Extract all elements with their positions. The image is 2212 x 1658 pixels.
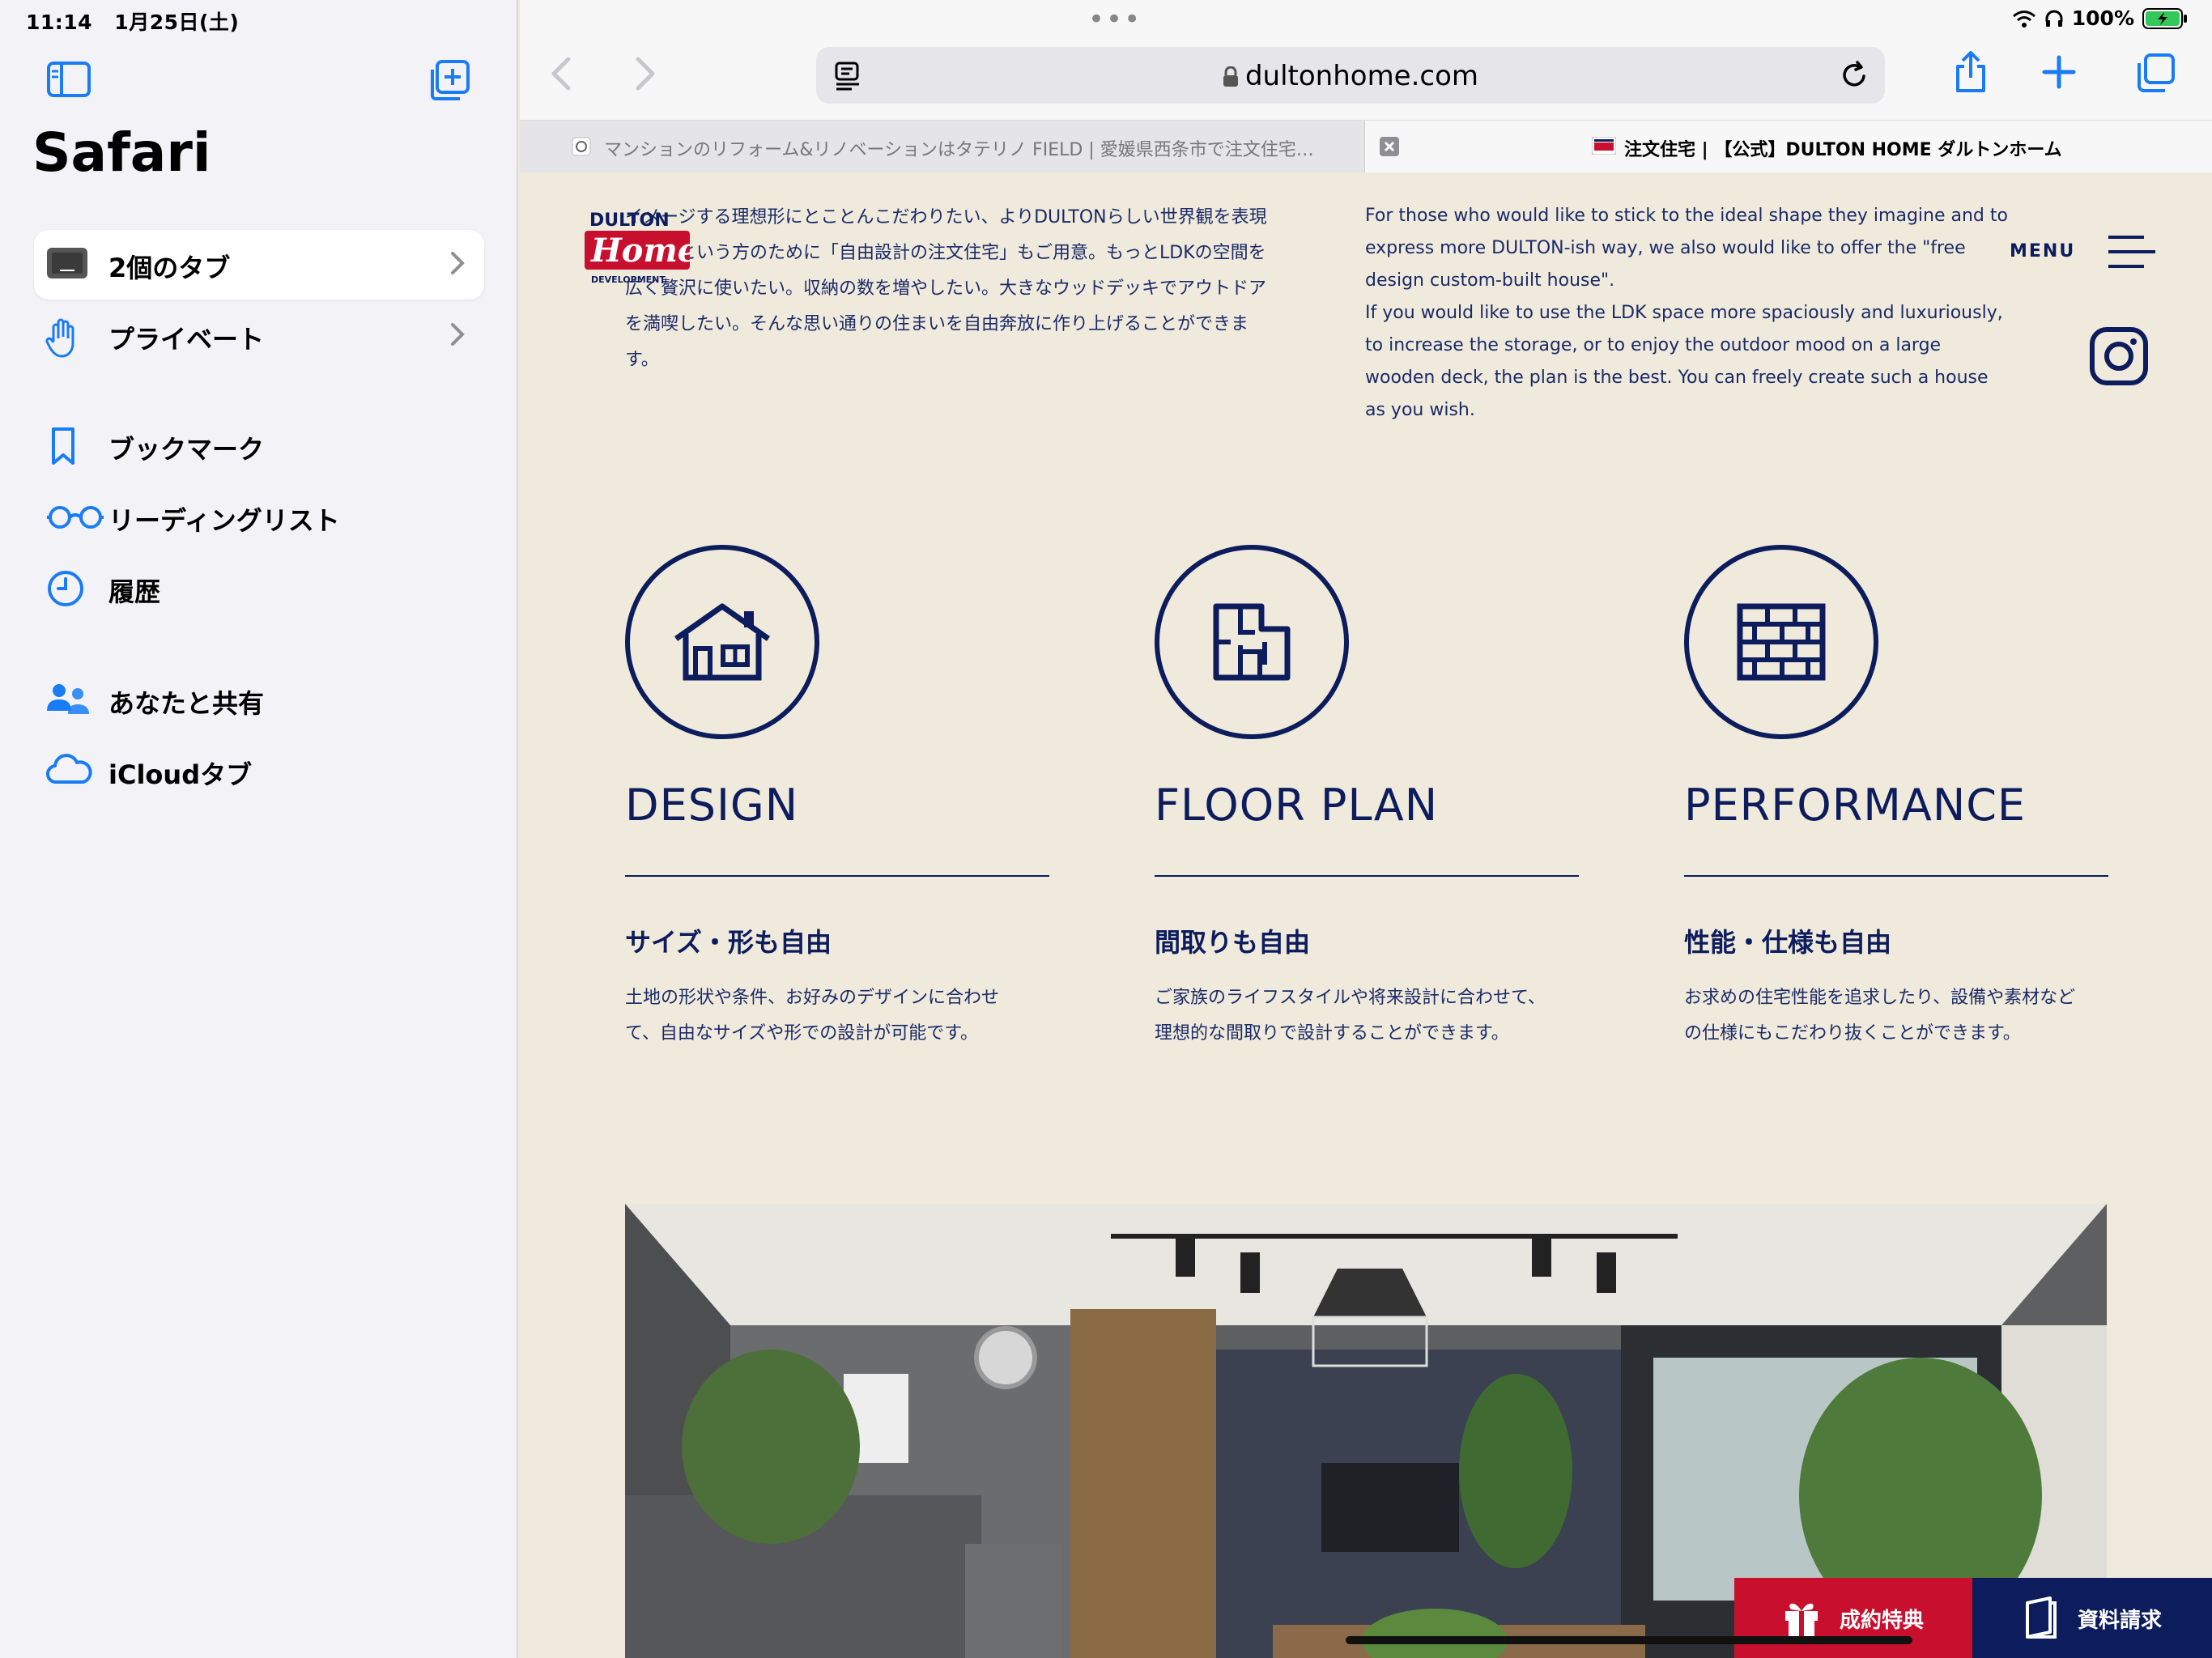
svg-text:DEVELOPMENT: DEVELOPMENT xyxy=(591,274,666,285)
clock-icon xyxy=(45,568,89,607)
status-indicators: 100% xyxy=(2012,6,2188,30)
brick-wall-icon xyxy=(1737,603,1826,681)
lock-icon xyxy=(1223,66,1238,87)
brochure-icon xyxy=(2025,1596,2057,1639)
sidebar-item-reading-list[interactable]: リーディングリスト xyxy=(34,484,484,549)
chevron-right-icon xyxy=(450,322,465,350)
status-time-date: 11:14 1月25日(土) xyxy=(26,6,239,36)
feature-icon-circle xyxy=(1684,545,1878,739)
feature-design: DESIGN サイズ・形も自由 土地の形状や条件、お好みのデザインに合わせて、自… xyxy=(625,545,1049,1052)
contract-benefit-button[interactable]: 成約特典 xyxy=(1734,1578,1972,1658)
status-date: 1月25日(土) xyxy=(114,11,240,34)
share-icon[interactable] xyxy=(1953,50,1989,97)
cloud-icon xyxy=(45,751,92,790)
sidebar-item-tabs[interactable]: 2個のタブ xyxy=(34,230,484,300)
sidebar-item-label: あなたと共有 xyxy=(108,688,265,719)
feature-title: PERFORMANCE xyxy=(1684,780,2027,831)
url-text: dultonhome.com xyxy=(1244,60,1479,92)
tab-title: 注文住宅 | 【公式】DULTON HOME ダルトンホーム xyxy=(1624,140,2062,160)
intro-english: For those who would like to stick to the… xyxy=(1365,200,2013,427)
dulton-favicon-icon xyxy=(1592,137,1616,155)
hamburger-menu-icon[interactable] xyxy=(2107,234,2157,273)
feature-icon-circle xyxy=(1155,545,1349,739)
glasses-icon xyxy=(45,497,104,536)
sidebar-item-label: ブックマーク xyxy=(108,434,265,465)
url-display[interactable]: dultonhome.com xyxy=(816,60,1885,92)
site-favicon-icon xyxy=(572,137,591,156)
safari-sidebar: 11:14 1月25日(土) Safari 2個のタブ プライベート ブックマー… xyxy=(0,0,518,1658)
svg-text:DULTON: DULTON xyxy=(589,210,670,231)
feature-divider xyxy=(1684,875,2108,877)
svg-text:Home: Home xyxy=(590,232,690,270)
tab-overview-icon[interactable] xyxy=(2136,53,2175,96)
battery-charging-icon xyxy=(2142,7,2187,29)
tab-close-icon[interactable] xyxy=(1380,137,1399,156)
gift-icon xyxy=(1784,1603,1818,1637)
feature-icon-circle xyxy=(625,545,819,739)
tab-inactive[interactable]: マンションのリフォーム&リノベーションはタテリノ FIELD | 愛媛県西条市で… xyxy=(520,121,1365,172)
feature-description: ご家族のライフスタイルや将来設計に合わせて、理想的な間取りで設計することができま… xyxy=(1155,988,1546,1044)
contract-benefit-label: 成約特典 xyxy=(1839,1608,1924,1633)
intro-english-p1: For those who would like to stick to the… xyxy=(1365,206,2008,291)
feature-subtitle: 性能・仕様も自由 xyxy=(1684,927,1892,958)
feature-divider xyxy=(625,875,1049,877)
request-materials-button[interactable]: 資料請求 xyxy=(1972,1578,2212,1658)
sidebar-title: Safari xyxy=(32,121,211,184)
sidebar-item-history[interactable]: 履歴 xyxy=(34,555,484,620)
feature-divider xyxy=(1155,875,1579,877)
house-icon xyxy=(674,603,771,681)
battery-percent: 100% xyxy=(2071,6,2134,30)
reload-icon[interactable] xyxy=(1840,60,1869,94)
web-page: イメージする理想形にとことんこだわりたい、よりDULTONらしい世界観を表現した… xyxy=(520,172,2212,1658)
bookmark-icon xyxy=(45,426,89,465)
new-tab-group-icon[interactable] xyxy=(429,60,470,104)
sidebar-item-private-label: プライベート xyxy=(108,324,265,355)
feature-floor-plan: FLOOR PLAN 間取りも自由 ご家族のライフスタイルや将来設計に合わせて、… xyxy=(1155,545,1579,1052)
forward-icon[interactable] xyxy=(635,57,656,94)
browser-toolbar: ••• 100% dultonhome.com マンションのリフォーム&リノベー… xyxy=(520,0,2212,172)
home-indicator[interactable] xyxy=(1346,1636,1912,1644)
feature-subtitle: 間取りも自由 xyxy=(1155,927,1311,958)
feature-description: お求めの住宅性能を追求したり、設備や素材などの仕様にもこだわり抜くことができます… xyxy=(1684,988,2076,1044)
new-tab-plus-icon[interactable] xyxy=(2042,55,2076,92)
intro-japanese: イメージする理想形にとことんこだわりたい、よりDULTONらしい世界観を表現した… xyxy=(625,207,1267,370)
sidebar-item-label: リーディングリスト xyxy=(108,505,340,536)
sidebar-item-label: iCloudタブ xyxy=(108,759,253,790)
tab-bar: マンションのリフォーム&リノベーションはタテリノ FIELD | 愛媛県西条市で… xyxy=(520,120,2212,172)
sidebar-item-private[interactable]: プライベート xyxy=(34,301,484,371)
menu-label[interactable]: MENU xyxy=(2010,241,2075,261)
floorplan-icon xyxy=(1213,603,1291,681)
dulton-home-logo[interactable]: DULTON Home DEVELOPMENT xyxy=(585,210,698,294)
back-icon[interactable] xyxy=(551,57,572,94)
sidebar-item-shared-with-you[interactable]: あなたと共有 xyxy=(34,667,484,732)
instagram-icon[interactable] xyxy=(2089,326,2149,389)
feature-description: 土地の形状や条件、お好みのデザインに合わせて、自由なサイズや形での設計が可能です… xyxy=(625,988,1000,1044)
wifi-icon xyxy=(2012,10,2035,28)
tab-active[interactable]: 注文住宅 | 【公式】DULTON HOME ダルトンホーム xyxy=(1365,121,2212,172)
hand-icon xyxy=(45,317,86,358)
address-bar[interactable]: dultonhome.com xyxy=(816,47,1885,104)
intro-english-p2: If you would like to use the LDK space m… xyxy=(1365,303,2003,420)
sidebar-item-icloud-tabs[interactable]: iCloudタブ xyxy=(34,738,484,803)
feature-performance: PERFORMANCE 性能・仕様も自由 お求めの住宅性能を追求したり、設備や素… xyxy=(1684,545,2108,1052)
sidebar-toggle-icon[interactable] xyxy=(47,62,91,100)
feature-subtitle: サイズ・形も自由 xyxy=(625,927,832,958)
tab-title: マンションのリフォーム&リノベーションはタテリノ FIELD | 愛媛県西条市で… xyxy=(604,140,1314,160)
request-materials-label: 資料請求 xyxy=(2077,1608,2162,1633)
headphones-icon xyxy=(2045,10,2063,27)
feature-title: DESIGN xyxy=(625,780,799,831)
tabs-device-icon xyxy=(45,246,87,283)
status-time: 11:14 xyxy=(26,11,93,34)
feature-title: FLOOR PLAN xyxy=(1155,780,1439,831)
sidebar-item-label: 履歴 xyxy=(108,576,161,607)
chevron-right-icon xyxy=(450,251,465,278)
multitasking-dots-icon[interactable]: ••• xyxy=(1088,3,1142,36)
shared-people-icon xyxy=(45,680,89,719)
sidebar-item-bookmarks[interactable]: ブックマーク xyxy=(34,413,484,478)
sidebar-item-tabs-label: 2個のタブ xyxy=(108,253,231,283)
